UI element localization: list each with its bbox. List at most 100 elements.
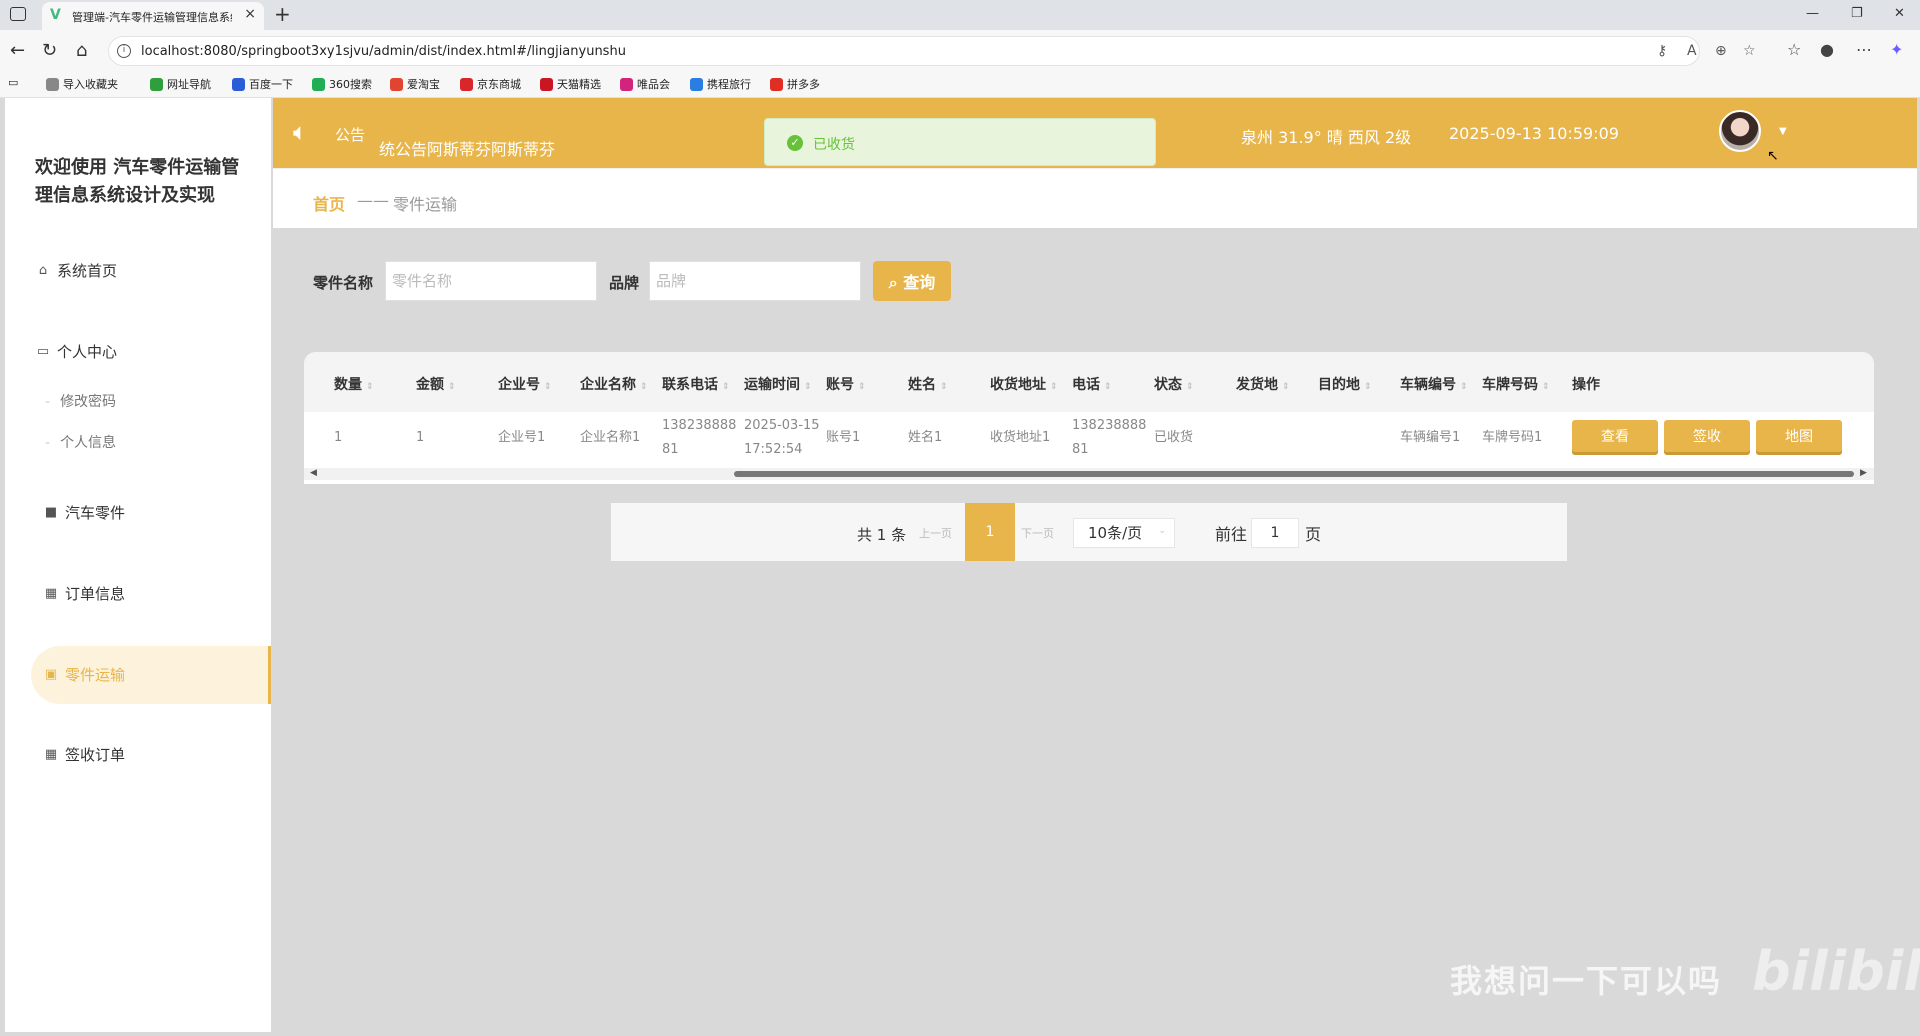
scroll-right-icon[interactable]: ▶ bbox=[1860, 468, 1867, 478]
sort-icon[interactable]: ⇕ bbox=[1104, 382, 1112, 392]
more-icon[interactable]: ⋯ bbox=[1856, 40, 1872, 59]
view-button[interactable]: 查看 bbox=[1572, 420, 1658, 452]
home-icon[interactable]: ⌂ bbox=[76, 40, 87, 61]
sort-icon[interactable]: ⇕ bbox=[448, 382, 456, 392]
bookmarks-bar: ▭ 导入收藏夹 网址导航 百度一下 360搜索 爱淘宝 京东商城 天猫精选 唯品… bbox=[0, 72, 1920, 98]
sort-icon[interactable]: ⇕ bbox=[722, 382, 730, 392]
sort-icon[interactable]: ⇕ bbox=[544, 382, 552, 392]
column-header[interactable]: 金额 ⇕ bbox=[416, 374, 456, 394]
column-header[interactable]: 车牌号码 ⇕ bbox=[1482, 374, 1550, 394]
bookmark-item[interactable]: 唯品会 bbox=[620, 76, 670, 92]
prev-page-button[interactable]: 上一页 bbox=[919, 525, 952, 541]
bookmark-item[interactable]: 京东商城 bbox=[460, 76, 521, 92]
bookmark-icon bbox=[150, 77, 163, 91]
sidebar-item-auto-parts[interactable]: ■ 汽车零件 bbox=[43, 502, 125, 523]
bookmark-item[interactable]: 网址导航 bbox=[150, 76, 211, 92]
sidebar-subitem-personal-info[interactable]: 个人信息 bbox=[45, 432, 116, 452]
bookmark-item[interactable]: 天猫精选 bbox=[540, 76, 601, 92]
breadcrumb-home[interactable]: 首页 bbox=[313, 191, 345, 215]
favorite-star-icon[interactable]: ☆ bbox=[1743, 43, 1756, 59]
sort-icon[interactable]: ⇕ bbox=[1282, 382, 1290, 392]
column-header[interactable]: 发货地 ⇕ bbox=[1236, 374, 1290, 394]
map-button[interactable]: 地图 bbox=[1756, 420, 1842, 452]
cell-plate: 车牌号码1 bbox=[1482, 430, 1543, 445]
column-header[interactable]: 联系电话 ⇕ bbox=[662, 374, 730, 394]
breadcrumb-current: 零件运输 bbox=[393, 195, 458, 214]
column-header[interactable]: 数量 ⇕ bbox=[334, 374, 374, 394]
sort-icon[interactable]: ⇕ bbox=[1364, 382, 1372, 392]
url-input[interactable]: i localhost:8080/springboot3xy1sjvu/admi… bbox=[108, 36, 1756, 66]
copilot-icon[interactable]: ✦ bbox=[1890, 40, 1903, 59]
sort-icon[interactable]: ⇕ bbox=[366, 382, 374, 392]
column-header-actions: 操作 bbox=[1572, 377, 1600, 393]
column-header[interactable]: 车辆编号 ⇕ bbox=[1400, 374, 1468, 394]
browser-tab-bar: V 管理端-汽车零件运输管理信息系统 × + — ❐ ✕ bbox=[0, 0, 1920, 30]
sidebar-item-home[interactable]: ⌂ 系统首页 bbox=[35, 260, 117, 281]
sort-icon[interactable]: ⇕ bbox=[640, 382, 648, 392]
zoom-icon[interactable]: ⊕ bbox=[1715, 43, 1727, 59]
site-info-icon[interactable]: i bbox=[117, 44, 131, 58]
sidebar-item-parts-transport[interactable]: ▣ 零件运输 bbox=[43, 664, 125, 685]
profile-icon[interactable]: ● bbox=[1820, 40, 1834, 59]
brand-label: 品牌 bbox=[609, 274, 640, 292]
sort-icon[interactable]: ⇕ bbox=[1542, 382, 1550, 392]
sign-button[interactable]: 签收 bbox=[1664, 420, 1750, 452]
bookmark-item[interactable]: 360搜索 bbox=[312, 76, 372, 92]
bookmark-label: 爱淘宝 bbox=[407, 78, 440, 91]
column-header[interactable]: 收货地址 ⇕ bbox=[990, 374, 1058, 394]
scroll-left-icon[interactable]: ◀ bbox=[310, 468, 317, 478]
column-header[interactable]: 电话 ⇕ bbox=[1072, 374, 1112, 394]
sort-icon[interactable]: ⇕ bbox=[858, 382, 866, 392]
window-close-icon[interactable]: ✕ bbox=[1894, 6, 1905, 21]
brand-input[interactable] bbox=[649, 261, 861, 301]
sidebar-subitem-change-password[interactable]: 修改密码 bbox=[45, 391, 116, 411]
sort-icon[interactable]: ⇕ bbox=[940, 382, 948, 392]
sort-icon[interactable]: ⇕ bbox=[1050, 382, 1058, 392]
part-name-input[interactable] bbox=[385, 261, 597, 301]
sort-icon[interactable]: ⇕ bbox=[1460, 382, 1468, 392]
chevron-down-icon[interactable]: ▼ bbox=[1779, 126, 1787, 137]
favorites-icon[interactable]: ☆ bbox=[1787, 40, 1801, 59]
cell-company-no: 企业号1 bbox=[498, 430, 546, 445]
bookmark-item[interactable]: 拼多多 bbox=[770, 76, 820, 92]
bookmark-label: 网址导航 bbox=[167, 78, 211, 91]
bookmark-item[interactable]: 携程旅行 bbox=[690, 76, 751, 92]
bookmark-item[interactable]: 百度一下 bbox=[232, 76, 293, 92]
bookmark-item[interactable]: 导入收藏夹 bbox=[46, 76, 118, 92]
new-tab-icon[interactable]: + bbox=[274, 2, 291, 26]
avatar[interactable] bbox=[1719, 110, 1761, 152]
tab-close-icon[interactable]: × bbox=[244, 6, 256, 22]
tab-actions-icon[interactable] bbox=[10, 7, 26, 21]
column-header[interactable]: 企业名称 ⇕ bbox=[580, 374, 648, 394]
reading-list-icon[interactable]: ▭ bbox=[8, 76, 18, 89]
page-number-current[interactable]: 1 bbox=[965, 503, 1015, 561]
read-aloud-icon[interactable]: A bbox=[1687, 43, 1697, 59]
column-header[interactable]: 运输时间 ⇕ bbox=[744, 374, 812, 394]
column-header[interactable]: 企业号 ⇕ bbox=[498, 374, 552, 394]
back-icon[interactable]: ← bbox=[10, 40, 25, 61]
scrollbar-thumb[interactable] bbox=[734, 471, 1854, 477]
sidebar-item-signed-orders[interactable]: ▦ 签收订单 bbox=[43, 744, 125, 765]
browser-tab[interactable]: V 管理端-汽车零件运输管理信息系统 × bbox=[42, 2, 264, 30]
horizontal-scrollbar[interactable]: ◀ ▶ bbox=[304, 468, 1874, 480]
sort-icon[interactable]: ⇕ bbox=[804, 382, 812, 392]
refresh-icon[interactable]: ↻ bbox=[42, 40, 57, 61]
password-key-icon[interactable]: ⚷ bbox=[1657, 43, 1667, 59]
sort-icon[interactable]: ⇕ bbox=[1186, 382, 1194, 392]
column-header[interactable]: 姓名 ⇕ bbox=[908, 374, 948, 394]
sidebar-item-personal-center[interactable]: ▭ 个人中心 bbox=[35, 341, 117, 362]
page-size-select[interactable]: 10条/页 ⌄ bbox=[1073, 518, 1175, 548]
search-button[interactable]: ⌕ 查询 bbox=[873, 261, 951, 301]
bookmark-item[interactable]: 爱淘宝 bbox=[390, 76, 440, 92]
column-header-label: 金额 bbox=[416, 377, 444, 393]
goto-page-input[interactable]: 1 bbox=[1251, 518, 1299, 548]
column-header[interactable]: 目的地 ⇕ bbox=[1318, 374, 1372, 394]
minimize-icon[interactable]: — bbox=[1806, 6, 1819, 21]
chevron-down-icon: ⌄ bbox=[1158, 526, 1166, 536]
bookmark-icon bbox=[312, 77, 325, 91]
restore-icon[interactable]: ❐ bbox=[1851, 6, 1863, 21]
column-header[interactable]: 账号 ⇕ bbox=[826, 374, 866, 394]
next-page-button[interactable]: 下一页 bbox=[1021, 525, 1054, 541]
sidebar-item-orders[interactable]: ▦ 订单信息 bbox=[43, 583, 125, 604]
column-header[interactable]: 状态 ⇕ bbox=[1154, 374, 1194, 394]
